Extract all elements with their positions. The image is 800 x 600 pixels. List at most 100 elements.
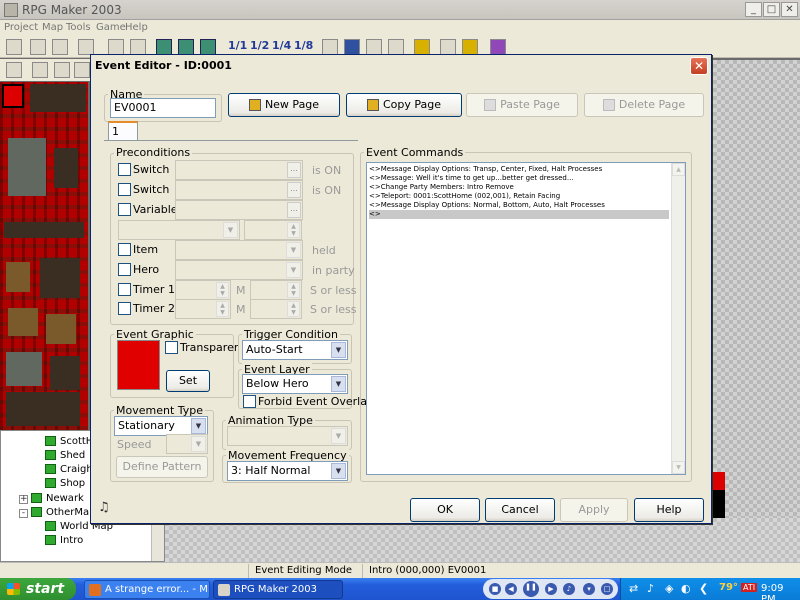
toolbar-icon-2[interactable]: [30, 39, 46, 55]
zoom-1-8[interactable]: 1/8: [294, 39, 313, 52]
switch1-field[interactable]: ...: [175, 160, 303, 180]
command-item[interactable]: <>Message: Well it's time to get up...be…: [369, 174, 574, 183]
timer1-checkbox[interactable]: [118, 283, 131, 296]
ok-button[interactable]: OK: [410, 498, 480, 522]
media-next-icon[interactable]: ▶: [545, 583, 557, 595]
variable-value-spinner[interactable]: ▲ ▼: [244, 220, 302, 240]
timer2-seconds-spinner[interactable]: ▲ ▼: [250, 299, 302, 319]
tree-collapse-othermap[interactable]: -: [19, 509, 28, 518]
tile-palette[interactable]: [0, 82, 88, 430]
media-volume-icon[interactable]: ♪: [563, 583, 575, 595]
forbid-overlap-checkbox[interactable]: [243, 395, 256, 408]
media-stop-icon[interactable]: ■: [489, 583, 501, 595]
event-name-input[interactable]: EV0001: [110, 98, 216, 118]
zoom-tool-icon[interactable]: [54, 62, 70, 78]
variable-browse-button[interactable]: ...: [287, 202, 301, 218]
paste-page-button[interactable]: Paste Page: [466, 93, 578, 117]
command-item-selected[interactable]: <>: [369, 210, 669, 219]
switch2-field[interactable]: ...: [175, 180, 303, 200]
switch1-checkbox[interactable]: [118, 163, 131, 176]
menu-help[interactable]: Help: [125, 22, 148, 33]
tree-item-shed[interactable]: Shed: [45, 449, 85, 463]
start-button[interactable]: start: [0, 578, 76, 600]
title-icon[interactable]: [462, 39, 478, 55]
media-restore-icon[interactable]: □: [601, 583, 613, 595]
taskbar-item-rpgmaker[interactable]: RPG Maker 2003: [213, 580, 343, 599]
command-item[interactable]: <>Message Display Options: Transp, Cente…: [369, 165, 602, 174]
resource-icon[interactable]: [344, 39, 360, 55]
play-icon[interactable]: [414, 39, 430, 55]
selected-tile[interactable]: [2, 84, 24, 108]
timer2-minutes-spinner[interactable]: ▲ ▼: [175, 299, 231, 319]
tree-item-shop[interactable]: Shop: [45, 477, 85, 491]
toolbar-icon-1[interactable]: [6, 39, 22, 55]
map-area-bottom[interactable]: [165, 518, 800, 562]
command-item[interactable]: <>Message Display Options: Normal, Botto…: [369, 201, 605, 210]
music-note-icon[interactable]: ♫: [98, 500, 114, 516]
command-item[interactable]: <>Change Party Members: Intro Remove: [369, 183, 514, 192]
event-layer-select[interactable]: Below Hero ▼: [242, 374, 348, 394]
scroll-down-icon[interactable]: ▼: [672, 461, 685, 474]
movement-frequency-select[interactable]: 3: Half Normal ▼: [227, 461, 348, 481]
help-book-icon[interactable]: [490, 39, 506, 55]
tree-item-intro[interactable]: Intro: [45, 534, 83, 548]
menu-project[interactable]: Project: [4, 22, 38, 33]
tab-page-1[interactable]: 1: [108, 121, 138, 141]
set-graphic-button[interactable]: Set: [166, 370, 210, 392]
pencil-tool-icon[interactable]: [6, 62, 22, 78]
minimize-button[interactable]: _: [745, 2, 762, 17]
fullscreen-icon[interactable]: [440, 39, 456, 55]
security-icon[interactable]: ◈: [665, 582, 673, 595]
item-select[interactable]: ▼: [175, 240, 303, 260]
speed-select[interactable]: ▼: [166, 434, 208, 454]
toolbar-icon-4[interactable]: [78, 39, 94, 55]
variable-checkbox[interactable]: [118, 203, 131, 216]
tree-item-scotthome[interactable]: ScottH: [45, 435, 93, 449]
timer1-seconds-spinner[interactable]: ▲ ▼: [250, 280, 302, 300]
close-button[interactable]: ✕: [781, 2, 798, 17]
apply-button[interactable]: Apply: [560, 498, 628, 522]
transparent-checkbox[interactable]: [165, 341, 178, 354]
weather-temp[interactable]: 79°: [719, 582, 738, 593]
media-prev-icon[interactable]: ◀: [505, 583, 517, 595]
toolbar-icon-5[interactable]: [108, 39, 124, 55]
taskbar-item-browser[interactable]: A strange error... - M...: [84, 580, 210, 599]
select-tool-icon[interactable]: [32, 62, 48, 78]
zoom-1-4[interactable]: 1/4: [272, 39, 291, 52]
variable-compare-select[interactable]: ▼: [118, 220, 240, 240]
copy-page-button[interactable]: Copy Page: [346, 93, 462, 117]
toolbar-icon-6[interactable]: [130, 39, 146, 55]
tree-item-craigh[interactable]: Craigh: [45, 463, 93, 477]
toolbar-layer-icon-3[interactable]: [200, 39, 216, 55]
variable-field[interactable]: ...: [175, 200, 303, 220]
menu-game[interactable]: Game: [96, 22, 126, 33]
volume-icon[interactable]: ♪: [647, 582, 654, 595]
tree-item-othermap[interactable]: OtherMap: [31, 506, 96, 520]
dialog-close-button[interactable]: ✕: [690, 57, 708, 75]
network-icon[interactable]: ⇄: [629, 582, 638, 595]
cancel-button[interactable]: Cancel: [485, 498, 555, 522]
map-area-right[interactable]: [712, 60, 800, 550]
tree-item-newark[interactable]: Newark: [31, 492, 84, 506]
zoom-1-1[interactable]: 1/1: [228, 39, 247, 52]
media-pause-icon[interactable]: ❚❚: [523, 581, 539, 597]
hero-select[interactable]: ▼: [175, 260, 303, 280]
maximize-button[interactable]: □: [763, 2, 780, 17]
ati-icon[interactable]: ATI: [741, 583, 758, 592]
update-icon[interactable]: ◐: [681, 582, 691, 595]
search-icon[interactable]: [388, 39, 404, 55]
hero-checkbox[interactable]: [118, 263, 131, 276]
tree-expand-newark[interactable]: +: [19, 495, 28, 504]
event-commands-list[interactable]: <>Message Display Options: Transp, Cente…: [366, 162, 686, 475]
toolbar-icon-3[interactable]: [52, 39, 68, 55]
commands-scrollbar[interactable]: ▲ ▼: [671, 163, 685, 474]
help-button[interactable]: Help: [634, 498, 704, 522]
toolbar-layer-icon-1[interactable]: [156, 39, 172, 55]
fill-tool-icon[interactable]: [74, 62, 90, 78]
zoom-1-2[interactable]: 1/2: [250, 39, 269, 52]
movement-type-select[interactable]: Stationary ▼: [114, 416, 208, 436]
command-item[interactable]: <>Teleport: 0001:ScottHome (002,001), Re…: [369, 192, 560, 201]
event-graphic-preview[interactable]: [117, 340, 160, 390]
timer1-minutes-spinner[interactable]: ▲ ▼: [175, 280, 231, 300]
trigger-condition-select[interactable]: Auto-Start ▼: [242, 340, 348, 360]
